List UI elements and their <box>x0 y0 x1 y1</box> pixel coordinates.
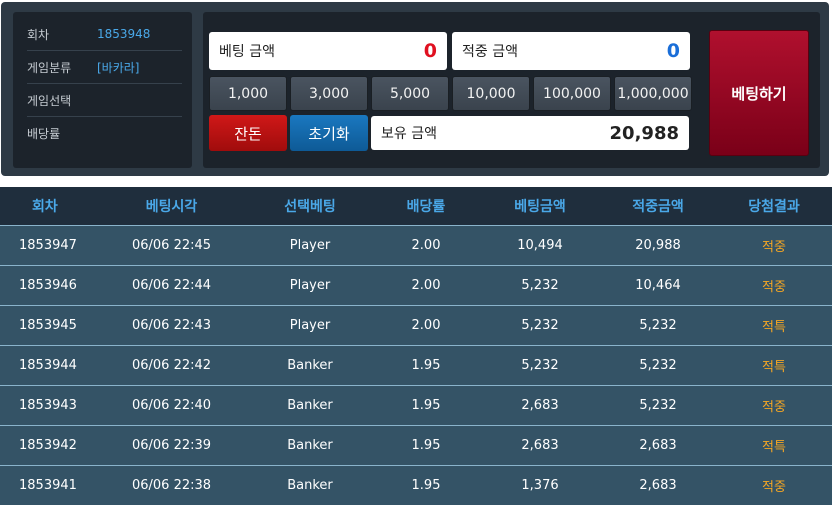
cell-bet-time: 06/06 22:42 <box>95 344 248 385</box>
cell-odds: 1.95 <box>372 464 480 505</box>
header-selection: 선택베팅 <box>284 198 336 215</box>
cell-round: 1853946 <box>0 264 95 305</box>
cell-bet-time: 06/06 22:45 <box>95 224 248 265</box>
cell-result: 적중 <box>716 224 832 265</box>
cell-win-amount: 5,232 <box>600 344 716 385</box>
header-bet-amount: 베팅금액 <box>514 198 566 215</box>
cell-bet-amount: 1,376 <box>480 464 600 505</box>
game-info-box: 회차 1853948 게임분류 [바카라] 게임선택 배당률 <box>13 12 192 168</box>
cell-win-amount: 2,683 <box>600 424 716 465</box>
cell-win-amount: 5,232 <box>600 384 716 425</box>
cell-selection: Banker <box>248 424 372 465</box>
cell-round: 1853947 <box>0 224 95 265</box>
bet-controls: 베팅 금액 0 적중 금액 0 1,000 3,000 5,000 10,000… <box>203 12 820 168</box>
bet-amount-display: 베팅 금액 0 <box>209 32 447 70</box>
bet-amount-value: 0 <box>423 40 437 62</box>
round-value: 1853948 <box>97 27 151 41</box>
cell-bet-amount: 5,232 <box>480 264 600 305</box>
table-row: 1853945 06/06 22:43 Player 2.00 5,232 5,… <box>0 304 832 345</box>
bet-history-table: 회차 베팅시각 선택베팅 배당률 베팅금액 적중금액 당첨결과 1853947 … <box>0 187 832 505</box>
table-row: 1853944 06/06 22:42 Banker 1.95 5,232 5,… <box>0 344 832 385</box>
cell-win-amount: 5,232 <box>600 304 716 345</box>
reset-button[interactable]: 초기화 <box>290 115 368 151</box>
header-odds: 배당률 <box>406 198 446 215</box>
header-round: 회차 <box>32 198 58 215</box>
header-win-amount: 적중금액 <box>632 198 684 215</box>
info-row-selection: 게임선택 <box>27 84 182 117</box>
cell-odds: 2.00 <box>372 224 480 265</box>
cell-bet-amount: 5,232 <box>480 304 600 345</box>
cell-win-amount: 10,464 <box>600 264 716 305</box>
info-row-odds: 배당률 <box>27 117 182 150</box>
cell-selection: Player <box>248 224 372 265</box>
table-header-row: 회차 베팅시각 선택베팅 배당률 베팅금액 적중금액 당첨결과 <box>0 187 832 225</box>
cell-round: 1853942 <box>0 424 95 465</box>
cell-bet-time: 06/06 22:39 <box>95 424 248 465</box>
cell-bet-amount: 2,683 <box>480 384 600 425</box>
win-amount-label: 적중 금액 <box>462 44 518 60</box>
cell-bet-amount: 10,494 <box>480 224 600 265</box>
cell-selection: Banker <box>248 344 372 385</box>
header-bet-time: 베팅시각 <box>145 198 198 215</box>
cell-result: 적중 <box>716 464 832 505</box>
chip-button-10000[interactable]: 10,000 <box>452 76 530 111</box>
cell-win-amount: 20,988 <box>600 224 716 265</box>
table-row: 1853942 06/06 22:39 Banker 1.95 2,683 2,… <box>0 424 832 465</box>
cell-odds: 2.00 <box>372 304 480 345</box>
cell-result: 적특 <box>716 304 832 345</box>
win-amount-value: 0 <box>666 40 680 62</box>
category-value: [바카라] <box>97 60 140 75</box>
balance-label: 보유 금액 <box>381 126 437 142</box>
balance-display: 보유 금액 20,988 <box>371 116 689 150</box>
info-row-category: 게임분류 [바카라] <box>27 51 182 84</box>
cell-odds: 1.95 <box>372 424 480 465</box>
selection-label: 게임선택 <box>27 93 72 108</box>
chip-button-1000[interactable]: 1,000 <box>209 76 287 111</box>
cell-result: 적중 <box>716 264 832 305</box>
cell-bet-amount: 2,683 <box>480 424 600 465</box>
cell-odds: 1.95 <box>372 384 480 425</box>
cell-selection: Player <box>248 264 372 305</box>
cell-selection: Player <box>248 304 372 345</box>
cell-odds: 1.95 <box>372 344 480 385</box>
chip-button-3000[interactable]: 3,000 <box>290 76 368 111</box>
cell-selection: Banker <box>248 384 372 425</box>
table-row: 1853946 06/06 22:44 Player 2.00 5,232 10… <box>0 264 832 305</box>
cell-round: 1853941 <box>0 464 95 505</box>
cell-round: 1853945 <box>0 304 95 345</box>
change-button[interactable]: 잔돈 <box>209 115 287 151</box>
cell-odds: 2.00 <box>372 264 480 305</box>
chip-button-5000[interactable]: 5,000 <box>371 76 449 111</box>
betting-panel: 회차 1853948 게임분류 [바카라] 게임선택 배당률 베팅 금액 0 적… <box>1 2 829 176</box>
cell-round: 1853943 <box>0 384 95 425</box>
cell-result: 적중 <box>716 384 832 425</box>
table-row: 1853943 06/06 22:40 Banker 1.95 2,683 5,… <box>0 384 832 425</box>
table-row: 1853947 06/06 22:45 Player 2.00 10,494 2… <box>0 224 832 265</box>
cell-bet-time: 06/06 22:43 <box>95 304 248 345</box>
cell-result: 적특 <box>716 344 832 385</box>
cell-bet-amount: 5,232 <box>480 344 600 385</box>
category-label: 게임분류 <box>27 60 72 75</box>
info-row-round: 회차 1853948 <box>27 18 182 51</box>
cell-round: 1853944 <box>0 344 95 385</box>
chip-button-1000000[interactable]: 1,000,000 <box>614 76 692 111</box>
cell-win-amount: 2,683 <box>600 464 716 505</box>
chip-button-100000[interactable]: 100,000 <box>533 76 611 111</box>
odds-label: 배당률 <box>27 127 61 141</box>
win-amount-display: 적중 금액 0 <box>452 32 690 70</box>
cell-bet-time: 06/06 22:40 <box>95 384 248 425</box>
round-label: 회차 <box>27 27 50 42</box>
bet-amount-label: 베팅 금액 <box>219 44 275 60</box>
balance-value: 20,988 <box>609 122 679 144</box>
header-result: 당첨결과 <box>748 198 800 215</box>
place-bet-button[interactable]: 베팅하기 <box>709 30 809 156</box>
table-row: 1853941 06/06 22:38 Banker 1.95 1,376 2,… <box>0 464 832 505</box>
cell-bet-time: 06/06 22:38 <box>95 464 248 505</box>
cell-selection: Banker <box>248 464 372 505</box>
cell-result: 적특 <box>716 424 832 465</box>
cell-bet-time: 06/06 22:44 <box>95 264 248 305</box>
